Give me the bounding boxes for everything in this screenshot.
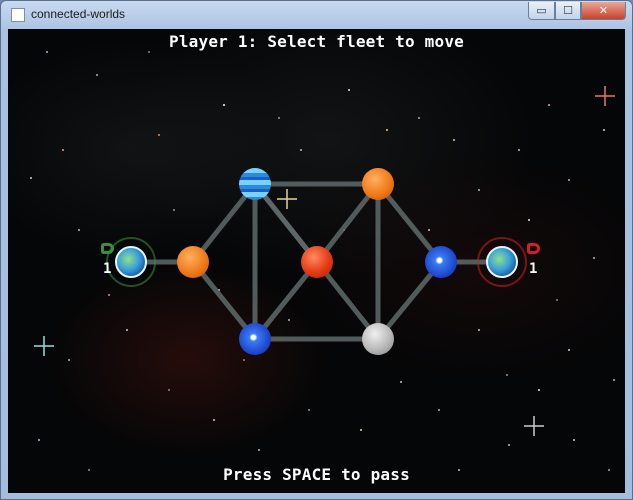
planet-home-left[interactable]: [115, 246, 147, 278]
planet-right-blue[interactable]: [425, 246, 457, 278]
planet-center-red[interactable]: [301, 246, 333, 278]
app-icon: [11, 8, 25, 22]
planet-bottom-blue[interactable]: [239, 323, 271, 355]
planet-bottom-gray[interactable]: [362, 323, 394, 355]
pass-hint: Press SPACE to pass: [223, 465, 410, 484]
fleet-ship-icon[interactable]: [101, 243, 114, 254]
minimize-button[interactable]: ▭: [528, 2, 555, 20]
fleet-count: 1: [103, 261, 112, 277]
window-title: connected-worlds: [31, 7, 126, 21]
planet-top-blue[interactable]: [239, 168, 271, 200]
game-canvas[interactable]: 1 1 Player 1: Select fleet to move Press …: [8, 29, 625, 493]
close-button[interactable]: ✕: [581, 2, 626, 20]
planet-home-right[interactable]: [486, 246, 518, 278]
fleet-count: 1: [529, 261, 538, 277]
maximize-button[interactable]: ☐: [555, 2, 581, 20]
status-message: Player 1: Select fleet to move: [169, 32, 464, 51]
app-window: connected-worlds ▭ ☐ ✕ 1 1 Player 1: Sele…: [0, 0, 633, 500]
planet-left-orange[interactable]: [177, 246, 209, 278]
planet-top-orange[interactable]: [362, 168, 394, 200]
fleet-ship-icon[interactable]: [527, 243, 540, 254]
title-bar[interactable]: connected-worlds ▭ ☐ ✕: [1, 1, 632, 29]
